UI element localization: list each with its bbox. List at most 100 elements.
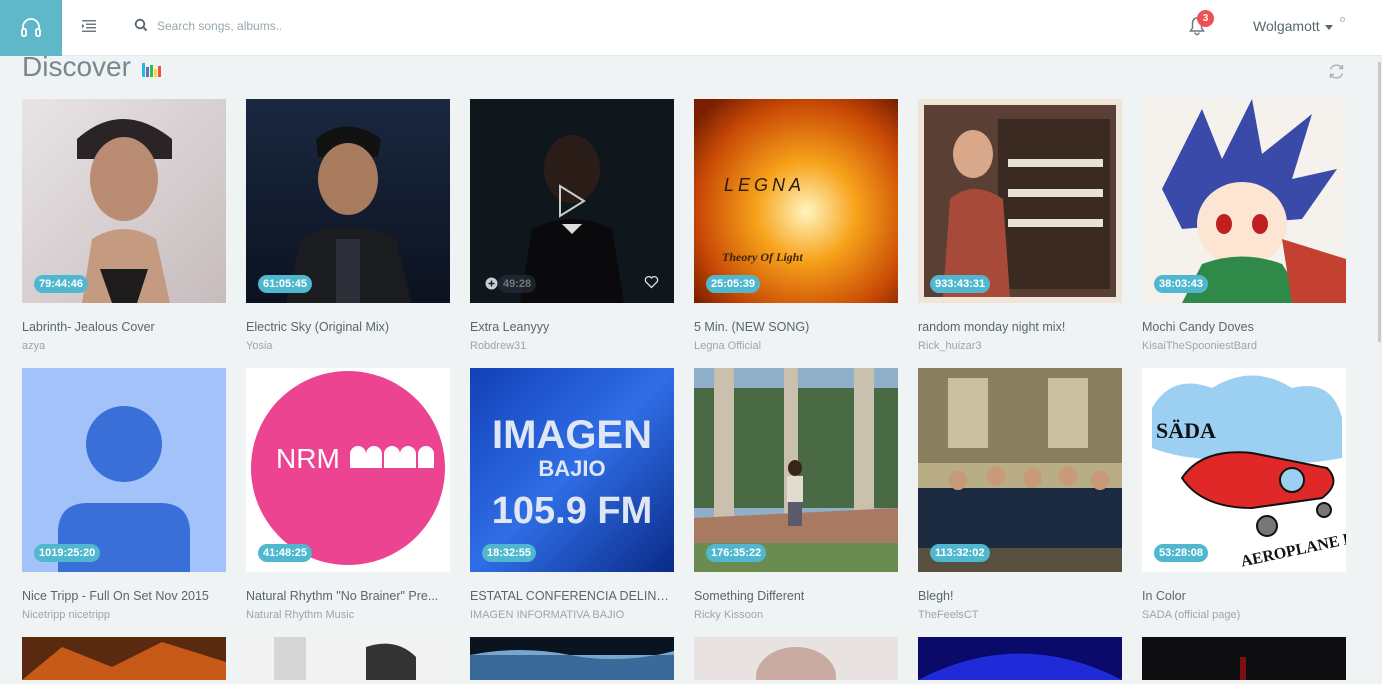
cover-art-image: SÄDA AEROPLANE EP — [1142, 368, 1346, 572]
app-logo[interactable] — [0, 0, 62, 56]
song-title[interactable]: Labrinth- Jealous Cover — [22, 320, 226, 334]
duration-badge: 25:05:39 — [706, 275, 761, 293]
track-card[interactable]: NRM 41:48:25 Natural Rhythm "No Brainer"… — [246, 368, 450, 621]
track-card[interactable] — [22, 637, 226, 680]
track-card[interactable]: LEGNA Theory Of Light 25:05:39 5 Min. (N… — [694, 99, 898, 352]
track-cover[interactable]: 61:05:45 — [246, 99, 450, 303]
scrollbar-thumb[interactable] — [1378, 62, 1381, 342]
track-card[interactable]: 49:28 Extra Leanyyy Robdrew31 — [470, 99, 674, 352]
artist-name[interactable]: Robdrew31 — [470, 340, 674, 352]
track-cover[interactable]: NRM 41:48:25 — [246, 368, 450, 572]
cover-art-image — [918, 99, 1122, 303]
cover-art-image — [246, 637, 450, 680]
duration-badge: 38:03:43 — [1154, 275, 1209, 293]
duration-badge: 61:05:45 — [258, 275, 313, 293]
cover-art-image: IMAGEN BAJIO 105.9 FM — [470, 368, 674, 572]
song-title[interactable]: ESTATAL CONFERENCIA DELINC... — [470, 589, 674, 603]
artist-name[interactable]: Legna Official — [694, 340, 898, 352]
track-cover[interactable]: LEGNA Theory Of Light 25:05:39 — [694, 99, 898, 303]
cover-art-image — [918, 637, 1122, 680]
track-card[interactable]: 61:05:45 Electric Sky (Original Mix) Yos… — [246, 99, 450, 352]
track-card[interactable]: IMAGEN BAJIO 105.9 FM 18:32:55 ESTATAL C… — [470, 368, 674, 621]
play-icon[interactable] — [556, 183, 588, 219]
refresh-icon[interactable] — [1327, 62, 1346, 81]
cover-art-text: LEGNA — [724, 175, 805, 195]
list-indent-icon — [82, 20, 96, 32]
cover-art-image: LEGNA Theory Of Light — [694, 99, 898, 303]
duration-badge: 49:28 — [498, 275, 537, 293]
user-name: Wolgamott — [1253, 18, 1320, 34]
search-icon — [134, 18, 148, 32]
song-title[interactable]: Extra Leanyyy — [470, 320, 674, 334]
track-card[interactable]: 176:35:22 Something Different Ricky Kiss… — [694, 368, 898, 621]
cover-art-subtext: BAJIO — [538, 456, 605, 481]
song-title[interactable]: Blegh! — [918, 589, 1122, 603]
duration-badge: 18:32:55 — [482, 544, 537, 562]
duration-badge: 113:32:02 — [930, 544, 990, 562]
track-card[interactable] — [918, 637, 1122, 680]
track-card[interactable]: 1019:25:20 Nice Tripp - Full On Set Nov … — [22, 368, 226, 621]
track-card[interactable] — [246, 637, 450, 680]
duration-badge: 176:35:22 — [706, 544, 767, 562]
track-cover[interactable]: 38:03:43 — [1142, 99, 1346, 303]
cover-art-image — [1142, 99, 1346, 303]
song-title[interactable]: 5 Min. (NEW SONG) — [694, 320, 898, 334]
track-cover[interactable]: SÄDA AEROPLANE EP 53:28:08 — [1142, 368, 1346, 572]
artist-name[interactable]: IMAGEN INFORMATIVA BAJIO — [470, 609, 674, 621]
equalizer-icon — [142, 63, 162, 77]
song-title[interactable]: random monday night mix! — [918, 320, 1122, 334]
artist-name[interactable]: SADA (official page) — [1142, 609, 1346, 621]
song-title[interactable]: In Color — [1142, 589, 1346, 603]
heart-icon[interactable] — [644, 275, 659, 289]
duration-badge: 933:43:31 — [930, 275, 991, 293]
duration-badge: 53:28:08 — [1154, 544, 1209, 562]
cover-art-image — [22, 368, 226, 572]
song-title[interactable]: Mochi Candy Doves — [1142, 320, 1346, 334]
artist-name[interactable]: Ricky Kissoon — [694, 609, 898, 621]
track-cover[interactable]: IMAGEN BAJIO 105.9 FM 18:32:55 — [470, 368, 674, 572]
track-card[interactable]: 79:44:46 Labrinth- Jealous Cover azya — [22, 99, 226, 352]
track-cover[interactable]: 933:43:31 — [918, 99, 1122, 303]
add-to-playlist-icon[interactable] — [485, 277, 498, 290]
cover-art-image — [694, 637, 898, 680]
cover-art-subtext: Theory Of Light — [722, 250, 803, 264]
artist-name[interactable]: Yosia — [246, 340, 450, 352]
track-cover[interactable]: 113:32:02 — [918, 368, 1122, 572]
cover-art-image: NRM — [246, 368, 450, 572]
cover-art-image — [22, 637, 226, 680]
track-card[interactable] — [470, 637, 674, 680]
cover-art-image — [918, 368, 1122, 572]
artist-name[interactable]: Rick_huizar3 — [918, 340, 1122, 352]
search-input[interactable] — [157, 13, 281, 39]
song-title[interactable]: Something Different — [694, 589, 898, 603]
track-card[interactable] — [1142, 637, 1346, 680]
cover-art-image — [694, 368, 898, 572]
track-cover[interactable]: 1019:25:20 — [22, 368, 226, 572]
user-menu-dropdown[interactable]: Wolgamott — [1253, 18, 1333, 34]
track-card[interactable]: 38:03:43 Mochi Candy Doves KisaiTheSpoon… — [1142, 99, 1346, 352]
track-card[interactable]: SÄDA AEROPLANE EP 53:28:08 In Color SADA… — [1142, 368, 1346, 621]
track-card[interactable]: 933:43:31 random monday night mix! Rick_… — [918, 99, 1122, 352]
song-title[interactable]: Natural Rhythm "No Brainer" Pre... — [246, 589, 450, 603]
artist-name[interactable]: Natural Rhythm Music — [246, 609, 450, 621]
cover-art-text: NRM — [276, 443, 340, 474]
track-card[interactable] — [694, 637, 898, 680]
page-title: Discover — [22, 51, 131, 82]
online-status-icon — [1340, 17, 1345, 22]
cover-art-text: SÄDA — [1156, 418, 1216, 443]
artist-name[interactable]: TheFeelsCT — [918, 609, 1122, 621]
cover-art-image — [1142, 637, 1346, 680]
duration-badge: 41:48:25 — [258, 544, 313, 562]
track-card[interactable]: 113:32:02 Blegh! TheFeelsCT — [918, 368, 1122, 621]
artist-name[interactable]: azya — [22, 340, 226, 352]
song-title[interactable]: Nice Tripp - Full On Set Nov 2015 — [22, 589, 226, 603]
headphones-icon — [21, 18, 41, 37]
duration-badge: 79:44:46 — [34, 275, 89, 293]
track-cover[interactable]: 176:35:22 — [694, 368, 898, 572]
sidebar-toggle-button[interactable] — [80, 17, 98, 35]
song-title[interactable]: Electric Sky (Original Mix) — [246, 320, 450, 334]
track-cover[interactable]: 49:28 — [470, 99, 674, 303]
artist-name[interactable]: KisaiTheSpooniestBard — [1142, 340, 1346, 352]
artist-name[interactable]: Nicetripp nicetripp — [22, 609, 226, 621]
track-cover[interactable]: 79:44:46 — [22, 99, 226, 303]
